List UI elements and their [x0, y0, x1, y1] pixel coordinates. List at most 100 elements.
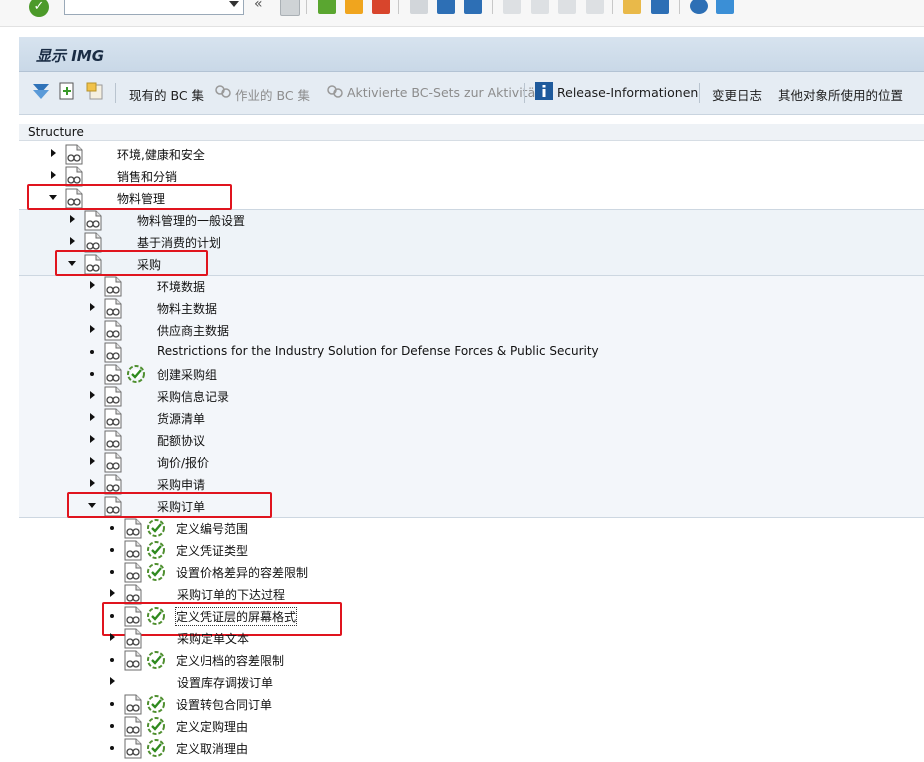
exit-icon[interactable] [345, 0, 363, 14]
tree-node-label[interactable]: 定义取消理由 [176, 740, 248, 757]
expand-arrow-icon[interactable] [87, 324, 97, 334]
tree-node-label[interactable]: Restrictions for the Industry Solution f… [157, 344, 599, 358]
documentation-icon[interactable] [103, 298, 123, 319]
documentation-icon[interactable] [123, 650, 143, 671]
first-page-icon[interactable] [503, 0, 521, 14]
expand-arrow-icon[interactable] [107, 676, 117, 686]
info-icon[interactable] [534, 81, 554, 101]
tree-node-row[interactable]: 环境,健康和安全 [19, 143, 924, 165]
expand-arrow-icon[interactable] [67, 236, 77, 246]
expand-subtree-icon[interactable] [31, 81, 51, 101]
tree-node-row[interactable]: 环境数据 [19, 275, 924, 297]
help-icon[interactable] [690, 0, 708, 14]
tree-node-row[interactable]: 配额协议 [19, 429, 924, 451]
save-icon[interactable] [280, 0, 300, 16]
activated-bc-sets-button[interactable]: Aktivierte BC-Sets zur Aktivität [347, 85, 540, 100]
release-information-button[interactable]: Release-Informationen [557, 85, 698, 100]
tree-node-label[interactable]: 供应商主数据 [157, 322, 229, 339]
expand-arrow-icon[interactable] [67, 214, 77, 224]
chevron-down-icon[interactable] [229, 1, 239, 7]
documentation-icon[interactable] [123, 716, 143, 737]
next-page-icon[interactable] [558, 0, 576, 14]
previous-page-icon[interactable] [531, 0, 549, 14]
expand-arrow-icon[interactable] [107, 632, 117, 642]
tree-node-label[interactable]: 采购订单的下达过程 [177, 586, 285, 603]
expand-arrow-icon[interactable] [87, 434, 97, 444]
documentation-icon[interactable] [103, 452, 123, 473]
expand-arrow-icon[interactable] [87, 280, 97, 290]
execute-activity-icon[interactable] [146, 562, 166, 582]
tree-node-label[interactable]: 基于消费的计划 [137, 234, 221, 251]
layout-menu-icon[interactable] [716, 0, 734, 14]
expand-arrow-icon[interactable] [107, 588, 117, 598]
documentation-icon[interactable] [123, 628, 143, 649]
tree-node-row[interactable]: 采购信息记录 [19, 385, 924, 407]
expand-arrow-icon[interactable] [87, 302, 97, 312]
expand-arrow-icon[interactable] [48, 170, 58, 180]
documentation-icon[interactable] [103, 386, 123, 407]
tree-node-label[interactable]: 询价/报价 [157, 454, 209, 471]
documentation-icon[interactable] [103, 430, 123, 451]
tree-node-label[interactable]: 环境,健康和安全 [117, 146, 205, 163]
tree-node-row[interactable]: 询价/报价 [19, 451, 924, 473]
expand-arrow-icon[interactable] [87, 412, 97, 422]
find-in-tree-icon[interactable] [57, 81, 77, 101]
find-icon[interactable] [437, 0, 455, 14]
tree-activity-row[interactable]: 定义归档的容差限制 [19, 649, 924, 671]
documentation-icon[interactable] [64, 144, 84, 165]
documentation-icon[interactable] [103, 364, 123, 385]
tree-node-label[interactable]: 定义归档的容差限制 [176, 652, 284, 669]
tree-node-row[interactable]: 物料主数据 [19, 297, 924, 319]
existing-bc-sets-button[interactable]: 现有的 BC 集 [129, 85, 204, 104]
tree-node-label[interactable]: 配额协议 [157, 432, 205, 449]
tree-node-label[interactable]: 采购信息记录 [157, 388, 229, 405]
documentation-icon[interactable] [123, 738, 143, 759]
tree-node-label[interactable]: 设置价格差异的容差限制 [176, 564, 308, 581]
tree-activity-row[interactable]: 定义编号范围 [19, 517, 924, 539]
expand-arrow-icon[interactable] [48, 148, 58, 158]
tree-activity-row[interactable]: 定义取消理由 [19, 737, 924, 759]
find-next-icon[interactable] [464, 0, 482, 14]
new-session-icon[interactable] [623, 0, 641, 14]
execute-activity-icon[interactable] [146, 738, 166, 758]
tree-node-row[interactable]: 物料管理的一般设置 [19, 209, 924, 231]
execute-activity-icon[interactable] [146, 694, 166, 714]
back-icon[interactable] [318, 0, 336, 14]
expand-arrow-icon[interactable] [87, 456, 97, 466]
print-icon[interactable] [410, 0, 428, 14]
tree-node-label[interactable]: 货源清单 [157, 410, 205, 427]
tree-node-row[interactable]: 货源清单 [19, 407, 924, 429]
execute-activity-icon[interactable] [146, 518, 166, 538]
tree-node-label[interactable]: 创建采购组 [157, 366, 217, 383]
tree-activity-row[interactable]: 创建采购组 [19, 363, 924, 385]
where-used-button[interactable]: 其他对象所使用的位置 [778, 85, 903, 104]
tree-node-label[interactable]: 定义定购理由 [176, 718, 248, 735]
tree-node-label[interactable]: 物料主数据 [157, 300, 217, 317]
tree-activity-row[interactable]: 定义凭证类型 [19, 539, 924, 561]
note-icon[interactable] [85, 81, 105, 101]
tree-node-label[interactable]: 环境数据 [157, 278, 205, 295]
change-log-button[interactable]: 变更日志 [712, 85, 762, 104]
tree-node-label[interactable]: 采购申请 [157, 476, 205, 493]
expand-arrow-icon[interactable] [87, 390, 97, 400]
shortcut-icon[interactable] [651, 0, 669, 14]
tree-activity-row[interactable]: 设置转包合同订单 [19, 693, 924, 715]
execute-activity-icon[interactable] [126, 364, 146, 384]
tree-node-label[interactable]: 采购定单文本 [177, 630, 249, 647]
last-page-icon[interactable] [586, 0, 604, 14]
documentation-icon[interactable] [103, 276, 123, 297]
tree-node-row[interactable]: 设置库存调拨订单 [19, 671, 924, 693]
tree-node-label[interactable]: 设置库存调拨订单 [177, 674, 273, 691]
bc-sets-for-activity-button[interactable]: 作业的 BC 集 [235, 85, 310, 104]
tree-node-label[interactable]: 定义凭证类型 [176, 542, 248, 559]
documentation-icon[interactable] [103, 320, 123, 341]
tree-node-label[interactable]: 设置转包合同订单 [176, 696, 272, 713]
execute-activity-icon[interactable] [146, 716, 166, 736]
cancel-icon[interactable] [372, 0, 390, 14]
tree-node-row[interactable]: 采购定单文本 [19, 627, 924, 649]
tree-node-label[interactable]: 定义编号范围 [176, 520, 248, 537]
collapse-arrows-icon[interactable]: « [254, 0, 263, 12]
tree-node-label[interactable]: 销售和分销 [117, 168, 177, 185]
tree-activity-row[interactable]: 设置价格差异的容差限制 [19, 561, 924, 583]
expand-arrow-icon[interactable] [87, 478, 97, 488]
